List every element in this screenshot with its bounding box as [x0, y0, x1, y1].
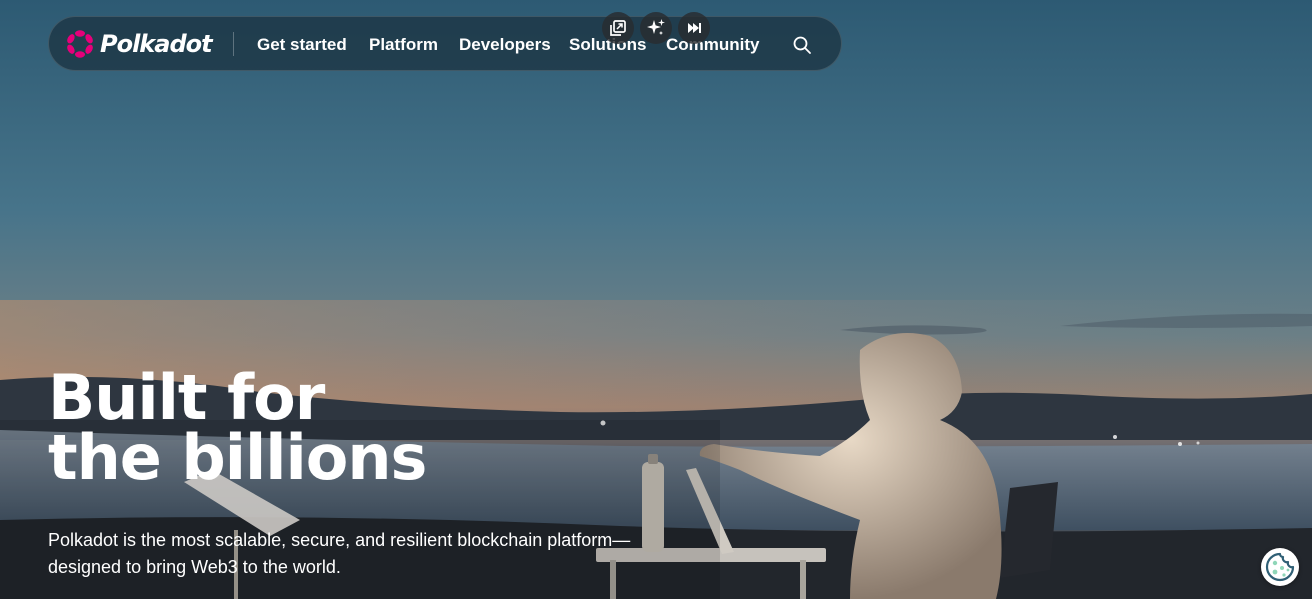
nav-divider: [233, 32, 234, 56]
hero-background-video: [0, 0, 1312, 599]
nav-item-platform[interactable]: Platform: [369, 35, 438, 55]
polkadot-logo-icon: [67, 30, 93, 58]
nav-item-developers[interactable]: Developers: [459, 35, 551, 55]
picture-in-picture-button[interactable]: [602, 12, 634, 44]
polkadot-logo[interactable]: Polkadot: [65, 29, 213, 59]
brand-name: Polkadot: [100, 30, 213, 58]
sparkle-icon: [647, 19, 665, 35]
nav-item-get-started[interactable]: Get started: [257, 35, 347, 55]
hero-subtitle: Polkadot is the most scalable, secure, a…: [48, 527, 688, 581]
page: Polkadot Get started Platform Developers…: [0, 0, 1312, 599]
sparkle-button[interactable]: [640, 12, 672, 44]
hero-subtitle-line-2: designed to bring Web3 to the world.: [48, 557, 341, 577]
hero-title-line-2: the billions: [48, 421, 427, 494]
search-icon[interactable]: [791, 34, 813, 56]
nav-item-community[interactable]: Community: [666, 35, 760, 55]
hero-title: Built for the billions: [48, 367, 608, 489]
picture-in-picture-icon: [610, 20, 626, 36]
hero-subtitle-line-1: Polkadot is the most scalable, secure, a…: [48, 530, 631, 550]
skip-forward-icon: [688, 23, 701, 33]
cookie-settings-button[interactable]: [1261, 548, 1299, 586]
main-navigation: Polkadot Get started Platform Developers…: [48, 16, 842, 71]
skip-forward-button[interactable]: [678, 12, 710, 44]
cookie-icon: [1265, 552, 1295, 582]
